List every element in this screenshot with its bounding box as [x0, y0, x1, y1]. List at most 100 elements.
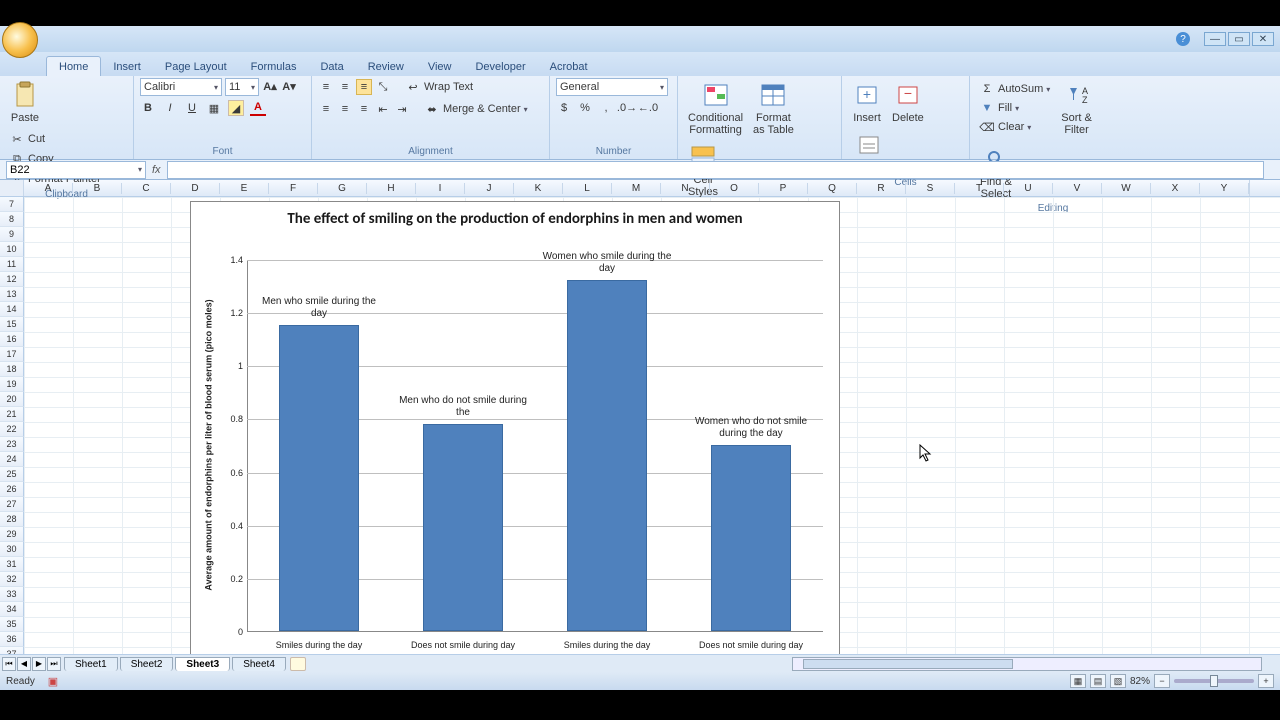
zoom-out-button[interactable]: −: [1154, 674, 1170, 688]
orientation-icon[interactable]: ⤡: [375, 79, 391, 95]
view-layout-icon[interactable]: ▤: [1090, 674, 1106, 688]
row-header-34[interactable]: 34: [0, 602, 24, 617]
comma-icon[interactable]: ,: [598, 100, 614, 116]
autosum-button[interactable]: ΣAutoSum▾: [976, 80, 1053, 98]
restore-button[interactable]: ▭: [1228, 32, 1250, 46]
row-header-13[interactable]: 13: [0, 287, 24, 302]
view-normal-icon[interactable]: ▦: [1070, 674, 1086, 688]
new-sheet-button[interactable]: [290, 657, 306, 671]
name-box[interactable]: B22▾: [6, 161, 146, 179]
column-header-M[interactable]: M: [612, 183, 661, 194]
conditional-formatting-button[interactable]: Conditional Formatting: [684, 78, 747, 138]
row-header-19[interactable]: 19: [0, 377, 24, 392]
column-header-K[interactable]: K: [514, 183, 563, 194]
align-top-icon[interactable]: ≡: [318, 79, 334, 95]
sheet-tab-sheet1[interactable]: Sheet1: [64, 657, 118, 671]
horizontal-scrollbar[interactable]: [792, 657, 1262, 671]
column-header-L[interactable]: L: [563, 183, 612, 194]
cut-button[interactable]: ✂Cut: [6, 130, 104, 148]
column-header-X[interactable]: X: [1151, 183, 1200, 194]
indent-dec-icon[interactable]: ⇤: [375, 101, 391, 117]
row-header-30[interactable]: 30: [0, 542, 24, 557]
row-header-12[interactable]: 12: [0, 272, 24, 287]
row-header-24[interactable]: 24: [0, 452, 24, 467]
column-header-V[interactable]: V: [1053, 183, 1102, 194]
ribbon-tab-review[interactable]: Review: [356, 57, 416, 76]
chart-object[interactable]: The effect of smiling on the production …: [190, 201, 840, 657]
number-format-select[interactable]: General▾: [556, 78, 668, 96]
ribbon-tab-view[interactable]: View: [416, 57, 464, 76]
row-header-23[interactable]: 23: [0, 437, 24, 452]
view-break-icon[interactable]: ▧: [1110, 674, 1126, 688]
align-middle-icon[interactable]: ≡: [337, 79, 353, 95]
row-header-22[interactable]: 22: [0, 422, 24, 437]
font-color-icon[interactable]: A: [250, 100, 266, 116]
currency-icon[interactable]: $: [556, 100, 572, 116]
merge-center-button[interactable]: ⬌Merge & Center▾: [421, 100, 531, 118]
grow-font-icon[interactable]: A▴: [262, 78, 278, 94]
inc-decimal-icon[interactable]: .0→: [619, 100, 635, 116]
ribbon-tab-formulas[interactable]: Formulas: [239, 57, 309, 76]
close-button[interactable]: ✕: [1252, 32, 1274, 46]
office-button[interactable]: [2, 22, 38, 58]
column-header-A[interactable]: A: [24, 183, 73, 194]
row-header-18[interactable]: 18: [0, 362, 24, 377]
bold-button[interactable]: B: [140, 100, 156, 116]
row-header-31[interactable]: 31: [0, 557, 24, 572]
sheet-tab-sheet3[interactable]: Sheet3: [175, 657, 230, 671]
format-as-table-button[interactable]: Format as Table: [749, 78, 798, 138]
row-header-9[interactable]: 9: [0, 227, 24, 242]
delete-cells-button[interactable]: −Delete: [888, 78, 928, 126]
shrink-font-icon[interactable]: A▾: [281, 78, 297, 94]
row-header-20[interactable]: 20: [0, 392, 24, 407]
column-header-F[interactable]: F: [269, 183, 318, 194]
ribbon-tab-data[interactable]: Data: [308, 57, 355, 76]
font-name-select[interactable]: Calibri▾: [140, 78, 222, 96]
font-size-select[interactable]: 11▾: [225, 78, 259, 96]
column-header-B[interactable]: B: [73, 183, 122, 194]
percent-icon[interactable]: %: [577, 100, 593, 116]
paste-button[interactable]: Paste: [6, 78, 44, 126]
column-header-U[interactable]: U: [1004, 183, 1053, 194]
row-header-14[interactable]: 14: [0, 302, 24, 317]
zoom-slider[interactable]: [1174, 679, 1254, 683]
row-header-16[interactable]: 16: [0, 332, 24, 347]
align-bottom-icon[interactable]: ≡: [356, 79, 372, 95]
fill-color-icon[interactable]: ◢: [228, 100, 244, 116]
select-all-cell[interactable]: [0, 180, 24, 196]
column-header-P[interactable]: P: [759, 183, 808, 194]
sheet-nav-last[interactable]: ⏭: [47, 657, 61, 671]
sheet-nav-prev[interactable]: ◀: [17, 657, 31, 671]
row-header-35[interactable]: 35: [0, 617, 24, 632]
help-icon[interactable]: ?: [1176, 32, 1190, 46]
row-header-33[interactable]: 33: [0, 587, 24, 602]
sort-filter-button[interactable]: AZSort & Filter: [1057, 78, 1096, 138]
ribbon-tab-acrobat[interactable]: Acrobat: [538, 57, 600, 76]
clear-button[interactable]: ⌫Clear▾: [976, 118, 1053, 136]
ribbon-tab-home[interactable]: Home: [46, 56, 101, 76]
column-header-N[interactable]: N: [661, 183, 710, 194]
ribbon-tab-page-layout[interactable]: Page Layout: [153, 57, 239, 76]
column-header-E[interactable]: E: [220, 183, 269, 194]
row-header-25[interactable]: 25: [0, 467, 24, 482]
column-header-H[interactable]: H: [367, 183, 416, 194]
column-header-Q[interactable]: Q: [808, 183, 857, 194]
align-right-icon[interactable]: ≡: [356, 101, 372, 117]
sheet-nav-next[interactable]: ▶: [32, 657, 46, 671]
column-header-D[interactable]: D: [171, 183, 220, 194]
sheet-nav-first[interactable]: ⏮: [2, 657, 16, 671]
row-header-27[interactable]: 27: [0, 497, 24, 512]
sheet-tab-sheet2[interactable]: Sheet2: [120, 657, 174, 671]
column-header-T[interactable]: T: [955, 183, 1004, 194]
minimize-button[interactable]: ―: [1204, 32, 1226, 46]
zoom-in-button[interactable]: +: [1258, 674, 1274, 688]
column-header-S[interactable]: S: [906, 183, 955, 194]
dec-decimal-icon[interactable]: ←.0: [640, 100, 656, 116]
column-header-O[interactable]: O: [710, 183, 759, 194]
spreadsheet-grid[interactable]: The effect of smiling on the production …: [24, 197, 1280, 657]
row-header-7[interactable]: 7: [0, 197, 24, 212]
column-header-C[interactable]: C: [122, 183, 171, 194]
border-icon[interactable]: ▦: [206, 100, 222, 116]
row-header-11[interactable]: 11: [0, 257, 24, 272]
fx-icon[interactable]: fx: [152, 164, 161, 176]
